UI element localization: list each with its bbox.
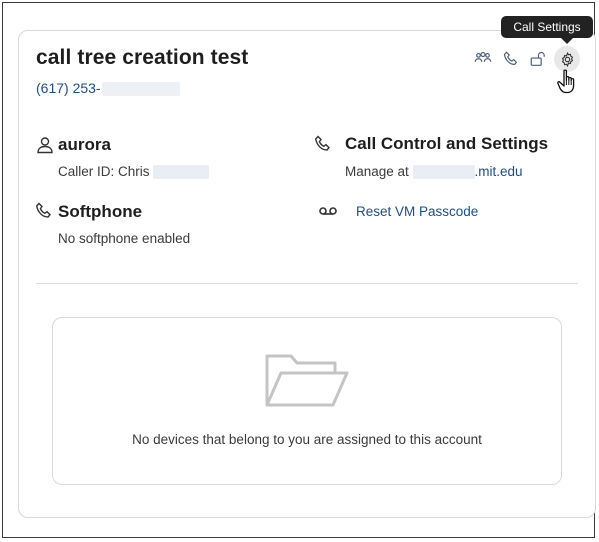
gear-icon xyxy=(561,51,573,67)
group-icon[interactable] xyxy=(472,48,494,70)
redacted-block xyxy=(101,82,180,97)
redacted-block xyxy=(412,165,475,180)
user-icon xyxy=(35,135,55,160)
unlock-icon[interactable] xyxy=(527,48,549,70)
reset-vm-passcode-link[interactable]: Reset VM Passcode xyxy=(356,204,478,219)
phone-number: (617) 253- xyxy=(36,80,101,96)
account-phone[interactable]: (617) 253- xyxy=(36,80,180,97)
call-control-title: Call Control and Settings xyxy=(345,134,549,153)
manage-prefix: Manage at xyxy=(345,164,413,179)
user-name: aurora xyxy=(58,135,111,154)
phone-icon xyxy=(34,201,54,226)
empty-devices-message: No devices that belong to you are assign… xyxy=(132,432,482,447)
folder-icon xyxy=(265,354,349,407)
softphone-status: No softphone enabled xyxy=(58,231,191,246)
manage-link[interactable]: .mit.edu xyxy=(475,164,523,179)
manage-at: Manage at .mit.edu xyxy=(345,164,523,180)
phone-icon[interactable] xyxy=(500,48,522,70)
account-title: call tree creation test xyxy=(36,46,249,69)
softphone-title: Softphone xyxy=(58,202,143,221)
section-divider xyxy=(36,283,578,284)
redacted-block xyxy=(153,165,210,180)
pointer-hand-icon xyxy=(557,69,575,94)
voicemail-icon xyxy=(318,201,338,226)
caller-id: Caller ID: Chris xyxy=(58,164,210,180)
call-settings-tooltip: Call Settings xyxy=(501,16,593,44)
phone-icon xyxy=(313,134,333,159)
caller-id-text: Caller ID: Chris xyxy=(58,164,154,179)
